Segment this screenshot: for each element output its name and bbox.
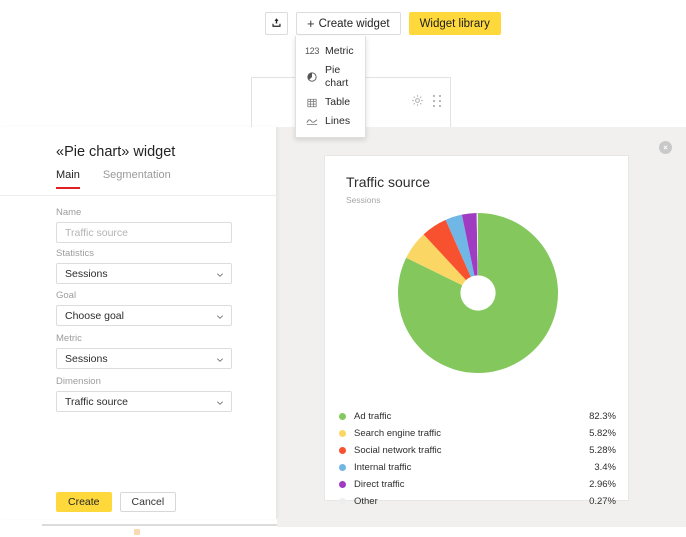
chevron-down-icon	[216, 398, 224, 406]
bottom-marker-icon	[134, 529, 140, 535]
plus-icon: +	[307, 16, 315, 31]
name-input-value: Traffic source	[65, 226, 129, 239]
legend-item[interactable]: Search engine traffic 5.82%	[339, 425, 616, 442]
panel-actions: Create Cancel	[56, 492, 177, 512]
upload-icon	[271, 16, 282, 31]
app-root: + Create widget Widget library 123 Metri…	[0, 0, 686, 537]
legend-item[interactable]: Direct traffic 2.96%	[339, 476, 616, 493]
chevron-down-icon	[216, 270, 224, 278]
table-grid-icon	[305, 97, 319, 109]
tab-main[interactable]: Main	[56, 169, 80, 189]
drag-handle-icon[interactable]	[433, 94, 442, 107]
panel-tabs: Main Segmentation	[56, 169, 171, 189]
dropdown-item-metric[interactable]: 123 Metric	[296, 42, 365, 61]
legend-color-dot	[339, 447, 346, 454]
dropdown-item-label: Metric	[325, 45, 354, 57]
legend-color-dot	[339, 498, 346, 505]
widget-settings-panel: «Pie chart» widget Main Segmentation Nam…	[0, 127, 277, 519]
field-name-label: Name	[56, 207, 82, 218]
statistics-select[interactable]: Sessions	[56, 263, 232, 284]
dropdown-item-table[interactable]: Table	[296, 93, 365, 112]
legend-value: 5.82%	[589, 428, 616, 439]
legend-color-dot	[339, 413, 346, 420]
create-widget-button[interactable]: + Create widget	[296, 12, 401, 35]
dropdown-item-label: Pie chart	[325, 64, 349, 89]
metric-select-value: Sessions	[65, 352, 108, 365]
legend-value: 5.28%	[589, 445, 616, 456]
dropdown-item-pie-chart[interactable]: Pie chart	[296, 61, 365, 93]
field-statistics: Statistics Sessions	[56, 248, 232, 284]
chevron-down-icon	[216, 312, 224, 320]
legend-label: Search engine traffic	[354, 428, 441, 439]
page-title: «Pie chart» widget	[56, 144, 176, 160]
legend-value: 3.4%	[594, 462, 616, 473]
tabs-divider	[0, 195, 277, 196]
field-goal: Goal Choose goal	[56, 290, 232, 326]
cancel-button[interactable]: Cancel	[119, 492, 177, 512]
page-bottom-cutoff	[42, 524, 282, 537]
field-metric: Metric Sessions	[56, 333, 232, 369]
chevron-down-icon	[216, 355, 224, 363]
toolbar: + Create widget Widget library	[265, 12, 501, 35]
widget-library-button[interactable]: Widget library	[408, 12, 501, 35]
chart-legend: Ad traffic 82.3% Search engine traffic 5.82…	[339, 408, 616, 510]
chart-title: Traffic source	[346, 174, 431, 190]
metric-select[interactable]: Sessions	[56, 348, 232, 369]
dimension-select[interactable]: Traffic source	[56, 391, 232, 412]
name-input[interactable]: Traffic source	[56, 222, 232, 243]
legend-label: Other	[354, 496, 378, 507]
legend-value: 0.27%	[589, 496, 616, 507]
legend-value: 2.96%	[589, 479, 616, 490]
legend-label: Direct traffic	[354, 479, 405, 490]
goal-select[interactable]: Choose goal	[56, 305, 232, 326]
background-widget-card-tools	[411, 94, 442, 107]
widget-preview-overlay: Traffic source Sessions Ad traffic 82.3% S…	[277, 127, 686, 527]
legend-item[interactable]: Ad traffic 82.3%	[339, 408, 616, 425]
dropdown-item-label: Lines	[325, 115, 351, 127]
statistics-select-value: Sessions	[65, 267, 108, 280]
field-dimension: Dimension Traffic source	[56, 376, 232, 412]
chart-subtitle: Sessions	[346, 195, 381, 205]
legend-label: Internal traffic	[354, 462, 412, 473]
widget-library-label: Widget library	[419, 17, 490, 30]
pie-chart-icon	[305, 71, 319, 83]
field-statistics-label: Statistics	[56, 248, 95, 259]
legend-color-dot	[339, 430, 346, 437]
gear-icon[interactable]	[411, 94, 424, 107]
field-goal-label: Goal	[56, 290, 77, 301]
donut-chart	[325, 208, 630, 378]
legend-color-dot	[339, 464, 346, 471]
close-icon[interactable]	[659, 141, 672, 154]
legend-color-dot	[339, 481, 346, 488]
legend-item[interactable]: Other 0.27%	[339, 493, 616, 510]
dropdown-item-label: Table	[325, 96, 351, 108]
goal-select-value: Choose goal	[65, 309, 124, 322]
legend-item[interactable]: Internal traffic 3.4%	[339, 459, 616, 476]
legend-item[interactable]: Social network traffic 5.28%	[339, 442, 616, 459]
create-widget-label: Create widget	[318, 17, 390, 30]
tab-main-label: Main	[56, 169, 80, 181]
chart-card: Traffic source Sessions Ad traffic 82.3% S…	[324, 155, 630, 507]
field-name: Name Traffic source	[56, 207, 232, 243]
dropdown-item-lines[interactable]: Lines	[296, 112, 365, 131]
bottom-divider	[42, 524, 282, 526]
legend-label: Social network traffic	[354, 445, 442, 456]
legend-label: Ad traffic	[354, 411, 392, 422]
tab-segmentation[interactable]: Segmentation	[103, 169, 171, 189]
donut-chart-svg[interactable]	[393, 208, 563, 378]
field-dimension-label: Dimension	[56, 376, 101, 387]
field-metric-label: Metric	[56, 333, 82, 344]
number-123-icon: 123	[304, 46, 320, 56]
legend-value: 82.3%	[589, 411, 616, 422]
line-chart-icon	[305, 116, 319, 128]
create-button[interactable]: Create	[56, 492, 112, 512]
tab-segmentation-label: Segmentation	[102, 169, 171, 181]
create-widget-dropdown: 123 Metric Pie chart Table Lines	[295, 36, 366, 138]
export-button[interactable]	[265, 12, 288, 35]
dimension-select-value: Traffic source	[65, 395, 129, 408]
